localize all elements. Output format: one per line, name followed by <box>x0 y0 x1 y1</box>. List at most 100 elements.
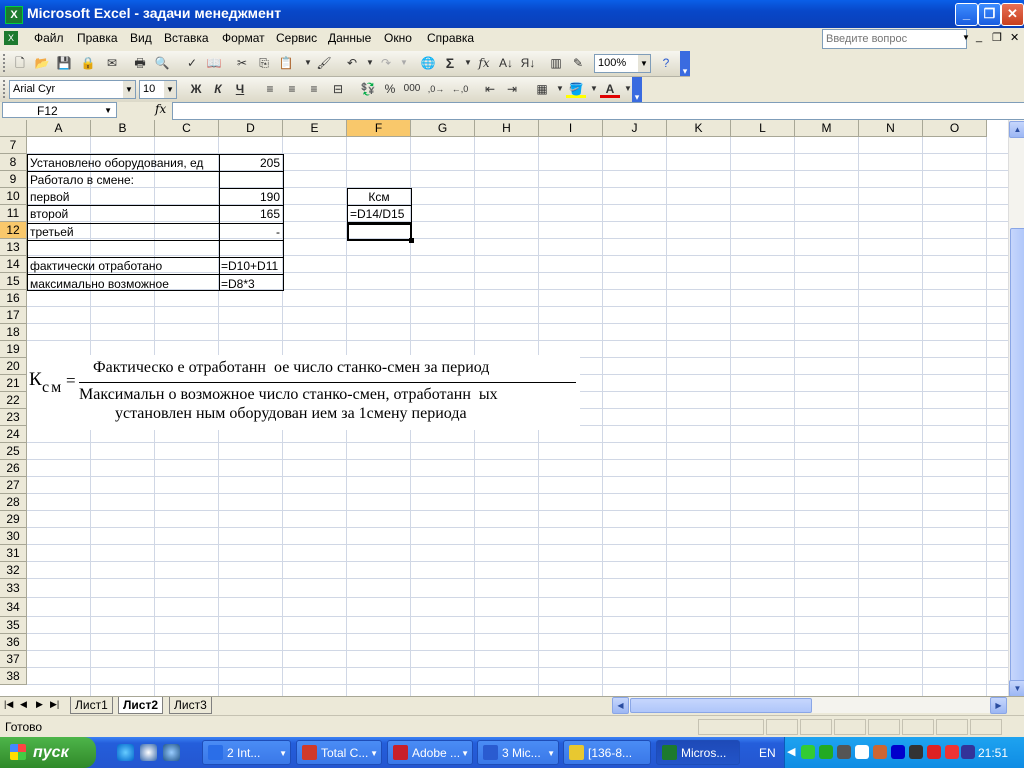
column-header-g[interactable]: G <box>411 120 475 137</box>
insert-function-button[interactable]: fx <box>155 102 166 116</box>
network-icon[interactable] <box>961 745 975 759</box>
row-header-12[interactable]: 12 <box>0 222 27 239</box>
row-header-28[interactable]: 28 <box>0 494 27 511</box>
row-header-20[interactable]: 20 <box>0 358 27 375</box>
row-header-30[interactable]: 30 <box>0 528 27 545</box>
taskbar-button[interactable]: 3 Mic... ▼ <box>477 740 559 765</box>
tray-app-icon[interactable] <box>927 745 941 759</box>
vertical-scroll-thumb[interactable] <box>1010 228 1024 682</box>
merge-center-icon[interactable]: ⊟ <box>328 80 348 98</box>
excel-app-icon[interactable]: X <box>5 6 23 24</box>
horizontal-scroll-thumb[interactable] <box>630 698 812 713</box>
row-header-7[interactable]: 7 <box>0 137 27 154</box>
menu-data[interactable]: Данные <box>328 31 371 45</box>
drawing-icon[interactable]: ✎ <box>568 54 588 72</box>
paste-icon[interactable]: 📋 <box>276 54 296 72</box>
fill-color-icon[interactable]: 🪣 <box>566 80 586 98</box>
last-sheet-icon[interactable]: ▶| <box>50 699 59 710</box>
row-header-29[interactable]: 29 <box>0 511 27 528</box>
open-icon[interactable]: 📂 <box>32 54 52 72</box>
column-header-d[interactable]: D <box>219 120 283 137</box>
ask-dropdown-icon[interactable]: ▼ <box>962 33 970 42</box>
decrease-indent-icon[interactable]: ⇤ <box>480 80 500 98</box>
taskbar-button[interactable]: Total C... ▼ <box>296 740 382 765</box>
formula-object[interactable]: К см = Фактическо е отработанн ое число … <box>27 355 580 430</box>
format-painter-icon[interactable]: 🖌 <box>314 54 334 72</box>
close-button[interactable]: ✕ <box>1001 3 1024 26</box>
column-header-e[interactable]: E <box>283 120 347 137</box>
font-size-dropdown-icon[interactable]: ▼ <box>164 81 176 98</box>
cut-icon[interactable]: ✂ <box>232 54 252 72</box>
borders-icon[interactable]: ▦ <box>532 80 552 98</box>
font-size-select[interactable]: 10 ▼ <box>139 80 177 99</box>
browser-quicklaunch-icon[interactable] <box>163 744 180 761</box>
thousands-button[interactable]: 000 <box>402 80 422 98</box>
next-sheet-icon[interactable]: ▶ <box>36 699 43 710</box>
insert-function-icon[interactable]: fx <box>474 54 494 72</box>
research-icon[interactable]: 📖 <box>204 54 224 72</box>
redo-icon[interactable]: ↷ <box>376 54 396 72</box>
language-indicator[interactable]: EN <box>759 746 776 760</box>
row-header-18[interactable]: 18 <box>0 324 27 341</box>
copy-icon[interactable]: ⎘ <box>254 54 274 72</box>
toolbar-options-icon[interactable]: ▾ <box>680 51 690 76</box>
tray-app-icon[interactable] <box>855 745 869 759</box>
row-header-25[interactable]: 25 <box>0 443 27 460</box>
prev-sheet-icon[interactable]: ◀ <box>20 699 27 710</box>
column-header-b[interactable]: B <box>91 120 155 137</box>
row-header-35[interactable]: 35 <box>0 617 27 634</box>
restore-button[interactable]: ❐ <box>978 3 1001 26</box>
toolbar-options-icon[interactable]: ▾ <box>632 77 642 102</box>
tray-app-icon[interactable] <box>801 745 815 759</box>
scroll-right-icon[interactable]: ▶ <box>990 697 1007 714</box>
column-header-c[interactable]: C <box>155 120 219 137</box>
font-name-select[interactable]: Arial Cyr ▼ <box>9 80 136 99</box>
row-header-23[interactable]: 23 <box>0 409 27 426</box>
menu-help[interactable]: Справка <box>427 31 474 45</box>
tray-app-icon[interactable] <box>909 745 923 759</box>
decrease-decimal-icon[interactable]: ←,0 <box>450 80 470 98</box>
row-header-19[interactable]: 19 <box>0 341 27 358</box>
increase-indent-icon[interactable]: ⇥ <box>502 80 522 98</box>
align-left-icon[interactable]: ≡ <box>260 80 280 98</box>
minimize-button[interactable]: _ <box>955 3 978 26</box>
row-header-11[interactable]: 11 <box>0 205 27 222</box>
vertical-scrollbar[interactable]: ▲ ▼ <box>1008 120 1024 697</box>
italic-button[interactable]: К <box>208 80 228 98</box>
toolbar-grip[interactable] <box>3 80 8 98</box>
taskbar-button[interactable]: Adobe ... ▼ <box>387 740 473 765</box>
row-header-27[interactable]: 27 <box>0 477 27 494</box>
row-header-37[interactable]: 37 <box>0 651 27 668</box>
row-header-8[interactable]: 8 <box>0 154 27 171</box>
doc-minimize-button[interactable]: _ <box>976 31 982 43</box>
align-center-icon[interactable]: ≡ <box>282 80 302 98</box>
clock[interactable]: 21:51 <box>978 746 1008 760</box>
save-icon[interactable]: 💾 <box>54 54 74 72</box>
row-header-26[interactable]: 26 <box>0 460 27 477</box>
percent-button[interactable]: % <box>380 80 400 98</box>
row-header-33[interactable]: 33 <box>0 579 27 598</box>
row-header-15[interactable]: 15 <box>0 273 27 290</box>
spelling-icon[interactable]: ✓ <box>182 54 202 72</box>
name-box-dropdown-icon[interactable]: ▼ <box>104 103 112 119</box>
row-header-17[interactable]: 17 <box>0 307 27 324</box>
fill-handle[interactable] <box>409 238 414 243</box>
row-header-31[interactable]: 31 <box>0 545 27 562</box>
taskbar-button[interactable]: Micros... <box>656 740 740 765</box>
toolbar-grip[interactable] <box>3 54 8 72</box>
row-header-32[interactable]: 32 <box>0 562 27 579</box>
row-header-10[interactable]: 10 <box>0 188 27 205</box>
bold-button[interactable]: Ж <box>186 80 206 98</box>
doc-close-button[interactable]: ✕ <box>1010 31 1019 44</box>
email-icon[interactable]: ✉ <box>102 54 122 72</box>
doc-restore-button[interactable]: ❐ <box>992 31 1002 44</box>
currency-icon[interactable]: 💱 <box>358 80 378 98</box>
row-header-34[interactable]: 34 <box>0 598 27 617</box>
font-color-icon[interactable]: A <box>600 80 620 98</box>
menu-edit[interactable]: Правка <box>77 31 118 45</box>
menu-format[interactable]: Формат <box>222 31 265 45</box>
media-player-quicklaunch-icon[interactable] <box>140 744 157 761</box>
column-header-l[interactable]: L <box>731 120 795 137</box>
font-name-dropdown-icon[interactable]: ▼ <box>123 81 135 98</box>
zoom-select[interactable]: 100% ▼ <box>594 54 651 73</box>
